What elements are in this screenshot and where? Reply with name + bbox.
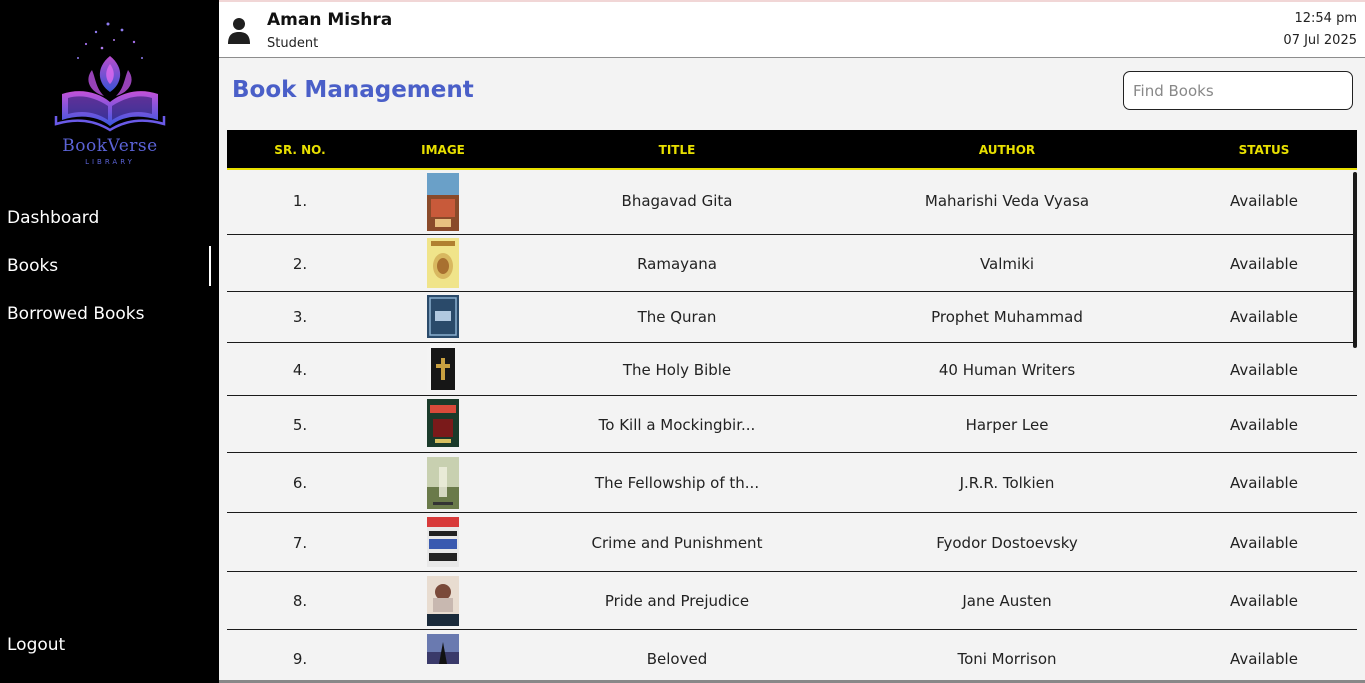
sr-no-cell: 8. [292,592,308,610]
column-header-status: STATUS [1238,143,1290,157]
sr-no-cell: 3. [292,308,308,326]
title-cell: Pride and Prejudice [604,592,750,610]
book-cover-image [427,238,459,288]
author-cell: Valmiki [979,255,1035,273]
column-header-image: IMAGE [421,143,465,157]
book-cover-image [427,346,459,392]
sr-no-cell: 6. [292,474,308,492]
title-cell: Bhagavad Gita [621,192,733,210]
sr-no-cell: 9. [292,650,308,668]
table-row[interactable]: 5. To Kill a Mockingbir... Harper Lee Av… [227,396,1357,453]
column-header-sr-no: SR. NO. [274,143,326,157]
book-cover-image [427,576,459,626]
book-logo-icon [54,22,166,132]
status-cell: Available [1230,361,1298,379]
table-row[interactable]: 6. The Fellowship of th... J.R.R. Tolkie… [227,453,1357,513]
table-body: 1. Bhagavad Gita Maharishi Veda Vyasa Av… [227,170,1357,683]
logo-subtitle: LIBRARY [85,158,135,166]
author-cell: Maharishi Veda Vyasa [924,192,1090,210]
table-row[interactable]: 7. Crime and Punishment Fyodor Dostoevsk… [227,513,1357,572]
table-header: SR. NO. IMAGE TITLE AUTHOR STATUS [227,130,1357,170]
books-table: SR. NO. IMAGE TITLE AUTHOR STATUS 1. Bha… [227,130,1357,683]
book-cover-image [427,457,459,509]
sidebar: BookVerse LIBRARY Dashboard Books Borrow… [0,0,219,683]
status-cell: Available [1230,592,1298,610]
author-cell: Toni Morrison [957,650,1057,668]
status-cell: Available [1230,255,1298,273]
status-cell: Available [1230,192,1298,210]
book-cover-image [427,173,459,231]
sr-no-cell: 1. [292,192,308,210]
current-date: 07 Jul 2025 [1283,33,1357,48]
book-cover-image [427,295,459,338]
status-cell: Available [1230,308,1298,326]
status-cell: Available [1230,534,1298,552]
title-cell: Crime and Punishment [591,534,763,552]
title-cell: To Kill a Mockingbir... [598,416,756,434]
current-time: 12:54 pm [1294,11,1357,26]
author-cell: Jane Austen [962,592,1052,610]
table-row[interactable]: 9. Beloved Toni Morrison Available [227,630,1357,683]
nav-item-dashboard[interactable]: Dashboard [7,208,99,228]
book-cover-image [427,399,459,447]
author-cell: Fyodor Dostoevsky [936,534,1078,552]
author-cell: Prophet Muhammad [931,308,1083,326]
column-header-title: TITLE [658,143,696,157]
title-cell: Beloved [646,650,708,668]
user-icon [228,18,250,44]
title-cell: Ramayana [637,255,717,273]
nav-active-indicator [209,246,211,286]
top-header: Aman Mishra Student 12:54 pm 07 Jul 2025 [219,0,1365,58]
find-books-input[interactable] [1123,71,1353,110]
table-row[interactable]: 3. The Quran Prophet Muhammad Available [227,292,1357,343]
table-row[interactable]: 2. Ramayana Valmiki Available [227,235,1357,292]
book-cover-image [427,517,459,567]
user-name: Aman Mishra [267,10,393,30]
sr-no-cell: 2. [292,255,308,273]
logo-name: BookVerse [62,136,158,156]
table-scrollbar[interactable] [1353,172,1357,348]
status-cell: Available [1230,416,1298,434]
title-cell: The Holy Bible [622,361,732,379]
sr-no-cell: 4. [292,361,308,379]
nav-item-books[interactable]: Books [7,256,58,276]
app-window: BookVerse LIBRARY Dashboard Books Borrow… [0,0,1365,683]
nav-item-borrowed-books[interactable]: Borrowed Books [7,304,145,324]
sr-no-cell: 5. [292,416,308,434]
column-header-author: AUTHOR [978,143,1036,157]
user-role: Student [267,36,319,51]
title-cell: The Quran [637,308,717,326]
table-row[interactable]: 4. The Holy Bible 40 Human Writers Avail… [227,343,1357,396]
status-cell: Available [1230,474,1298,492]
author-cell: 40 Human Writers [938,361,1076,379]
sr-no-cell: 7. [292,534,308,552]
table-row[interactable]: 8. Pride and Prejudice Jane Austen Avail… [227,572,1357,630]
title-cell: The Fellowship of th... [594,474,760,492]
author-cell: J.R.R. Tolkien [959,474,1055,492]
book-cover-image [427,634,459,664]
logo: BookVerse LIBRARY [50,18,170,168]
author-cell: Harper Lee [965,416,1049,434]
logout-button[interactable]: Logout [7,635,65,655]
table-row[interactable]: 1. Bhagavad Gita Maharishi Veda Vyasa Av… [227,170,1357,235]
page-title: Book Management [232,77,474,103]
status-cell: Available [1230,650,1298,668]
